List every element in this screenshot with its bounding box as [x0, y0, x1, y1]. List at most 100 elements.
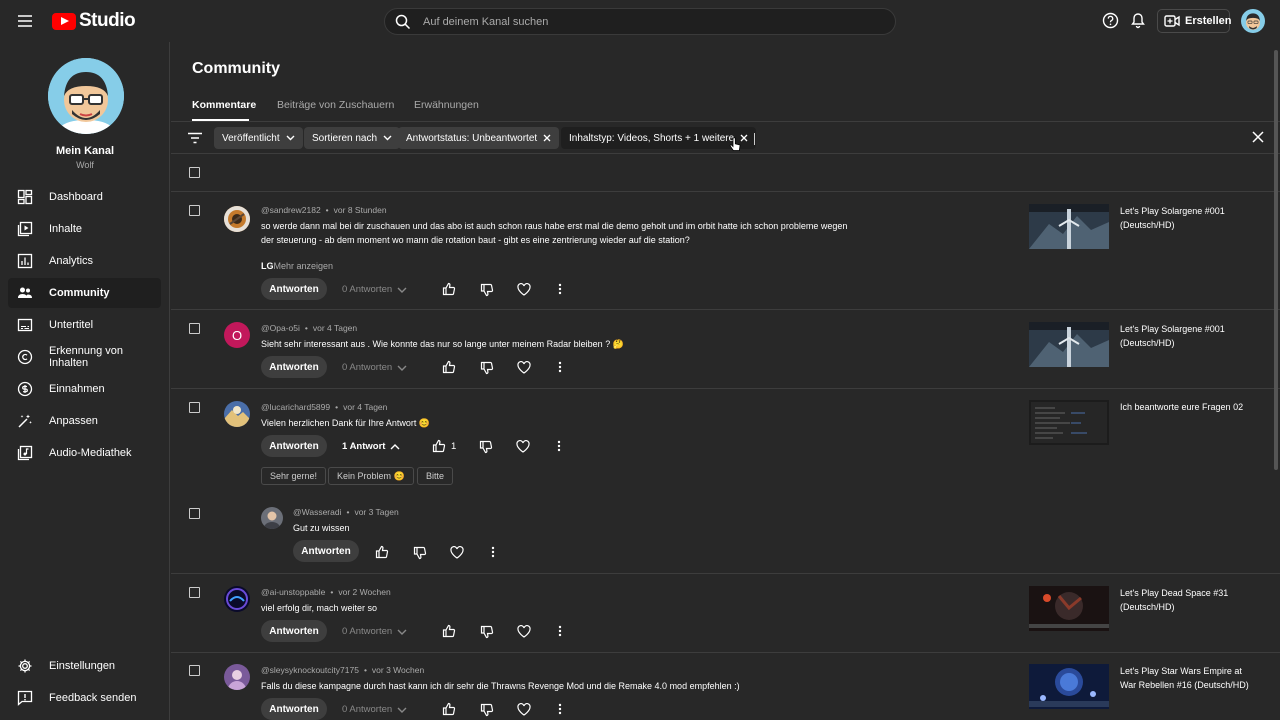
- hamburger-menu-icon[interactable]: [15, 11, 35, 31]
- comment-author[interactable]: @sandrew2182: [261, 205, 321, 215]
- video-thumbnail[interactable]: [1029, 322, 1109, 367]
- sidebar-item-feedback[interactable]: Feedback senden: [8, 683, 161, 713]
- quick-reply-chip[interactable]: Bitte: [417, 467, 454, 485]
- more-options-icon[interactable]: [557, 440, 561, 452]
- close-filter-icon[interactable]: [1252, 131, 1264, 143]
- commenter-avatar[interactable]: [224, 664, 250, 690]
- comment-author[interactable]: @ai-unstoppable: [261, 587, 325, 597]
- replies-toggle[interactable]: 0 Antworten: [342, 362, 407, 373]
- close-icon[interactable]: [740, 134, 748, 142]
- video-thumbnail[interactable]: [1029, 586, 1109, 631]
- heart-icon[interactable]: [516, 440, 530, 453]
- reply-button[interactable]: Antworten: [293, 540, 359, 562]
- sidebar-item-content[interactable]: Inhalte: [8, 214, 161, 244]
- studio-logo[interactable]: Studio: [52, 10, 136, 32]
- heart-icon[interactable]: [517, 625, 531, 638]
- video-title[interactable]: Let's Play Solargene #001 (Deutsch/HD): [1120, 323, 1250, 350]
- filter-chip-content-type[interactable]: Inhaltstyp: Videos, Shorts + 1 weitere: [561, 127, 757, 149]
- replies-toggle[interactable]: 1 Antwort: [342, 441, 400, 452]
- video-title[interactable]: Let's Play Star Wars Empire at War Rebel…: [1120, 665, 1250, 692]
- more-options-icon[interactable]: [558, 361, 562, 373]
- video-thumbnail[interactable]: [1029, 664, 1109, 709]
- video-thumbnail[interactable]: [1029, 400, 1109, 445]
- reply-button[interactable]: Antworten: [261, 356, 327, 378]
- show-more-link[interactable]: Mehr anzeigen: [274, 261, 334, 271]
- video-title[interactable]: Let's Play Solargene #001 (Deutsch/HD): [1120, 205, 1250, 232]
- search-input[interactable]: Auf deinem Kanal suchen: [384, 8, 896, 35]
- reply-button[interactable]: Antworten: [261, 698, 327, 720]
- dislike-icon[interactable]: [480, 625, 494, 639]
- tab-comments[interactable]: Kommentare: [192, 99, 256, 111]
- commenter-avatar[interactable]: [224, 586, 250, 612]
- heart-icon[interactable]: [517, 283, 531, 296]
- filter-chip-sort[interactable]: Sortieren nach: [304, 127, 401, 149]
- video-thumbnail[interactable]: [1029, 204, 1109, 249]
- comment-checkbox[interactable]: [189, 665, 200, 676]
- select-all-checkbox[interactable]: [189, 167, 200, 178]
- channel-avatar[interactable]: [48, 58, 124, 134]
- comment-time[interactable]: vor 2 Wochen: [338, 587, 390, 597]
- comment-author[interactable]: @sleysyknockoutcity7175: [261, 665, 359, 675]
- reply-author[interactable]: @Wasseradi: [293, 507, 341, 517]
- commenter-avatar[interactable]: [261, 507, 283, 529]
- sidebar-item-settings[interactable]: Einstellungen: [8, 651, 161, 681]
- filter-icon[interactable]: [188, 132, 202, 144]
- sidebar-item-customize[interactable]: Anpassen: [8, 406, 161, 436]
- like-icon[interactable]: [442, 702, 456, 716]
- notifications-bell-icon[interactable]: [1130, 12, 1146, 29]
- reply-time[interactable]: vor 3 Tagen: [354, 507, 398, 517]
- filter-chip-reply-status[interactable]: Antwortstatus: Unbeantwortet: [398, 127, 560, 149]
- replies-toggle[interactable]: 0 Antworten: [342, 284, 407, 295]
- sidebar-item-copyright[interactable]: Erkennung von Inhalten: [8, 342, 161, 372]
- like-icon[interactable]: [442, 624, 456, 638]
- dislike-icon[interactable]: [480, 703, 494, 717]
- heart-icon[interactable]: [450, 546, 464, 559]
- sidebar-item-subtitles[interactable]: Untertitel: [8, 310, 161, 340]
- comment-time[interactable]: vor 4 Tagen: [343, 402, 387, 412]
- close-icon[interactable]: [543, 134, 551, 142]
- like-icon[interactable]: [375, 545, 389, 559]
- heart-icon[interactable]: [517, 703, 531, 716]
- comment-checkbox[interactable]: [189, 323, 200, 334]
- commenter-avatar[interactable]: [224, 401, 250, 427]
- comment-time[interactable]: vor 4 Tagen: [313, 323, 357, 333]
- video-title[interactable]: Ich beantworte eure Fragen 02: [1120, 401, 1250, 415]
- comment-time[interactable]: vor 3 Wochen: [372, 665, 424, 675]
- commenter-avatar[interactable]: [224, 206, 250, 232]
- tab-mentions[interactable]: Erwähnungen: [414, 99, 479, 111]
- dislike-icon[interactable]: [413, 546, 427, 560]
- video-title[interactable]: Let's Play Dead Space #31 (Deutsch/HD): [1120, 587, 1250, 614]
- reply-checkbox[interactable]: [189, 508, 200, 519]
- reply-button[interactable]: Antworten: [261, 620, 327, 642]
- commenter-avatar[interactable]: O: [224, 322, 250, 348]
- heart-icon[interactable]: [517, 361, 531, 374]
- replies-toggle[interactable]: 0 Antworten: [342, 626, 407, 637]
- more-options-icon[interactable]: [558, 625, 562, 637]
- dislike-icon[interactable]: [480, 361, 494, 375]
- create-button[interactable]: Erstellen: [1157, 9, 1231, 33]
- comment-checkbox[interactable]: [189, 205, 200, 216]
- filter-chip-published[interactable]: Veröffentlicht: [214, 127, 303, 149]
- more-options-icon[interactable]: [491, 546, 495, 558]
- dislike-icon[interactable]: [480, 283, 494, 297]
- comment-author[interactable]: @lucarichard5899: [261, 402, 330, 412]
- quick-reply-chip[interactable]: Sehr gerne!: [261, 467, 327, 485]
- like-icon[interactable]: [442, 360, 456, 374]
- replies-toggle[interactable]: 0 Antworten: [342, 704, 407, 715]
- reply-button[interactable]: Antworten: [261, 278, 327, 300]
- scrollbar[interactable]: [1274, 50, 1278, 470]
- comment-checkbox[interactable]: [189, 587, 200, 598]
- comment-checkbox[interactable]: [189, 402, 200, 413]
- tab-viewer-posts[interactable]: Beiträge von Zuschauern: [277, 99, 394, 111]
- sidebar-item-analytics[interactable]: Analytics: [8, 246, 161, 276]
- like-icon[interactable]: [442, 282, 456, 296]
- like-icon[interactable]: [432, 439, 446, 453]
- more-options-icon[interactable]: [558, 283, 562, 295]
- dislike-icon[interactable]: [479, 440, 493, 454]
- quick-reply-chip[interactable]: Kein Problem 😊: [328, 467, 414, 485]
- comment-time[interactable]: vor 8 Stunden: [334, 205, 387, 215]
- account-avatar[interactable]: [1241, 9, 1265, 33]
- sidebar-item-audio-library[interactable]: Audio-Mediathek: [8, 438, 161, 468]
- comment-author[interactable]: @Opa-o5i: [261, 323, 300, 333]
- sidebar-item-earnings[interactable]: Einnahmen: [8, 374, 161, 404]
